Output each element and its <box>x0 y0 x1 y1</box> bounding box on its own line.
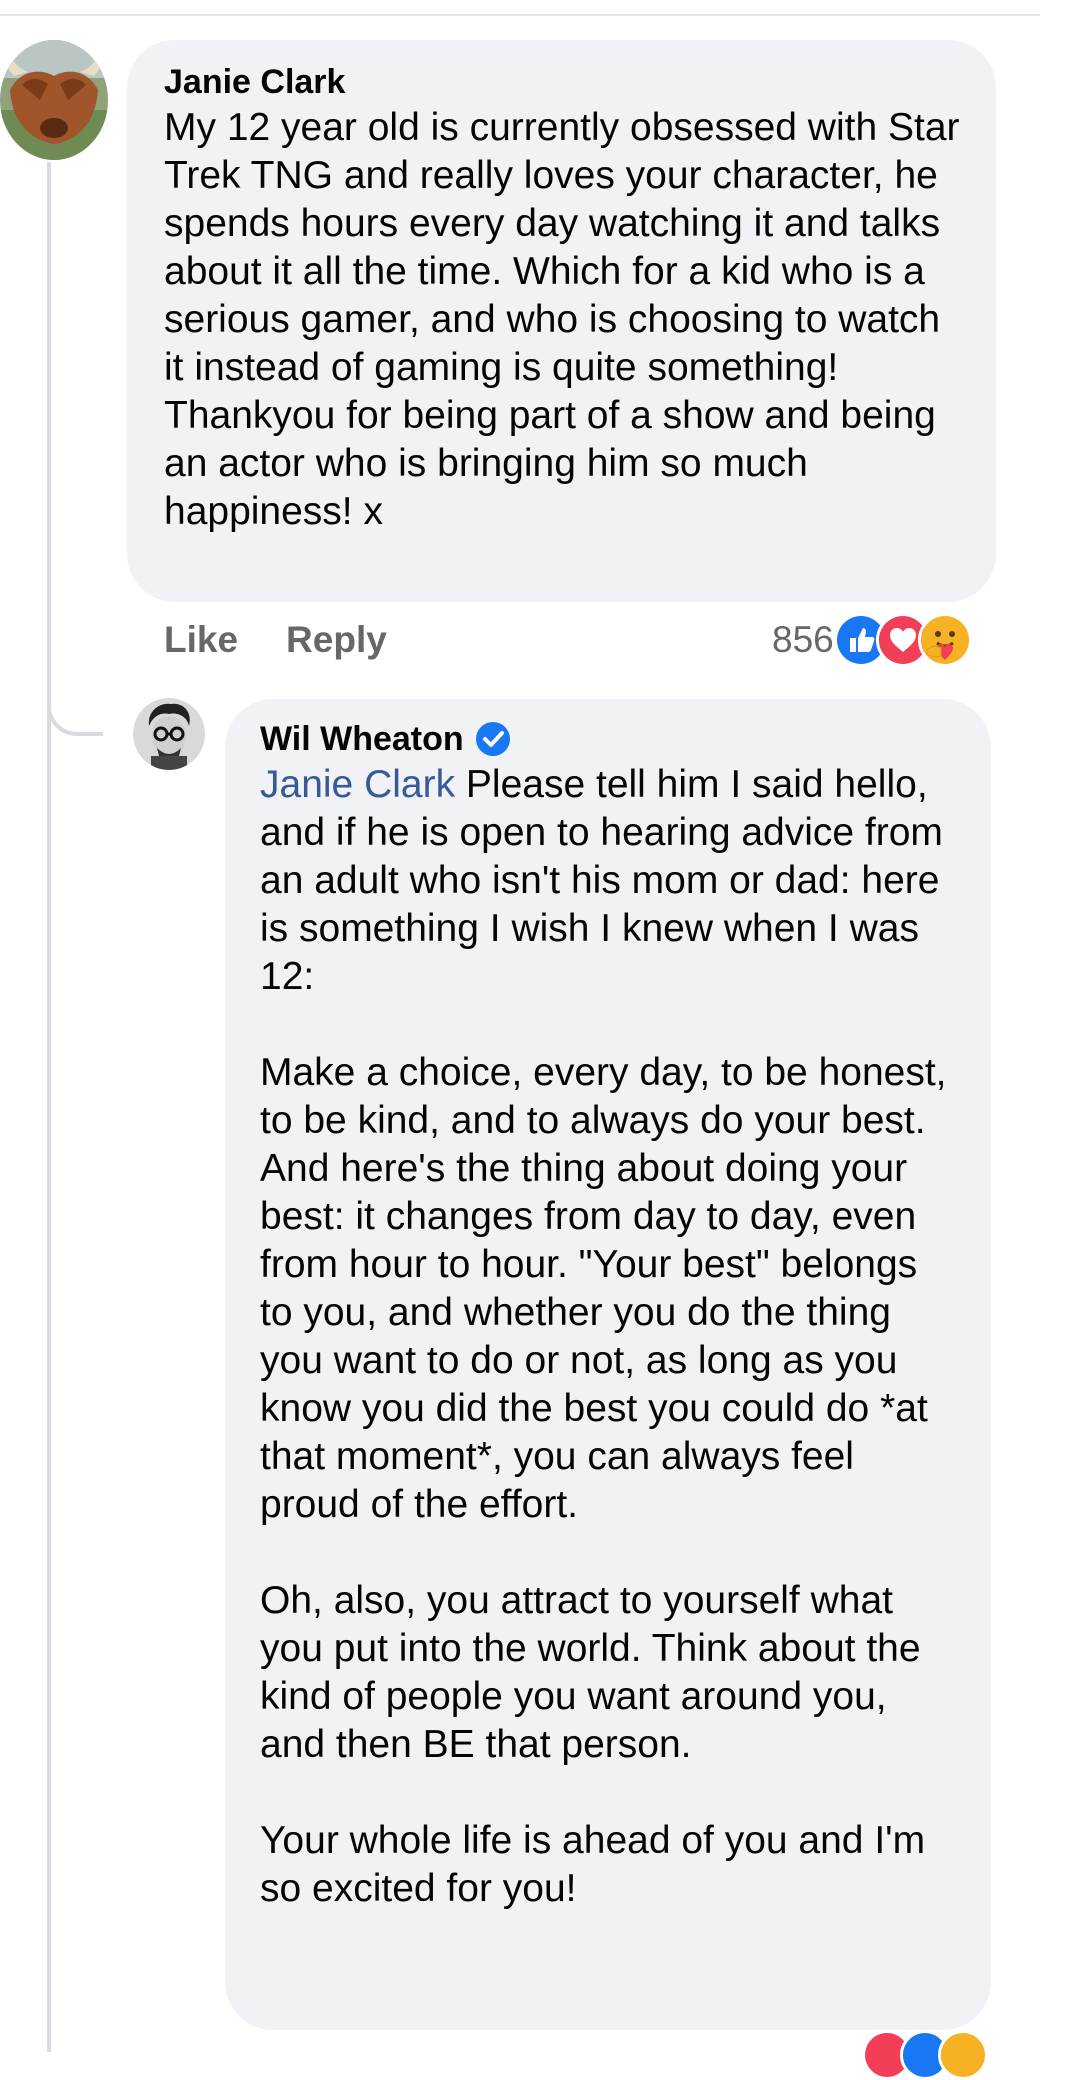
comment-author[interactable]: Janie Clark <box>164 60 960 104</box>
top-divider <box>0 14 1040 16</box>
reply-author[interactable]: Wil Wheaton <box>260 717 464 761</box>
thread-line <box>47 162 51 2052</box>
comment-text: My 12 year old is currently obsessed wit… <box>164 106 960 533</box>
avatar-wil-wheaton[interactable] <box>133 698 205 770</box>
reaction-summary[interactable]: 856 <box>772 612 972 668</box>
reply-button[interactable]: Reply <box>286 619 387 661</box>
reply-text: Please tell him I said hello, and if he … <box>260 763 947 1910</box>
mention-link[interactable]: Janie Clark <box>260 763 455 806</box>
like-button[interactable]: Like <box>164 619 238 661</box>
avatar-janie-clark[interactable] <box>0 40 108 160</box>
care-icon <box>938 2030 988 2080</box>
reply-reaction-summary[interactable] <box>862 2030 988 2080</box>
care-icon <box>917 613 972 667</box>
reply-bubble: Wil Wheaton Janie Clark Please tell him … <box>225 699 991 2030</box>
comment-actions: Like Reply <box>164 612 387 668</box>
comment-bubble: Janie Clark My 12 year old is currently … <box>127 40 996 602</box>
verified-badge-icon <box>474 720 512 758</box>
reply-text-block: Janie Clark Please tell him I said hello… <box>260 761 955 1913</box>
reply-author-row: Wil Wheaton <box>260 717 955 761</box>
thread-connector <box>47 660 103 736</box>
reaction-count: 856 <box>772 619 834 660</box>
